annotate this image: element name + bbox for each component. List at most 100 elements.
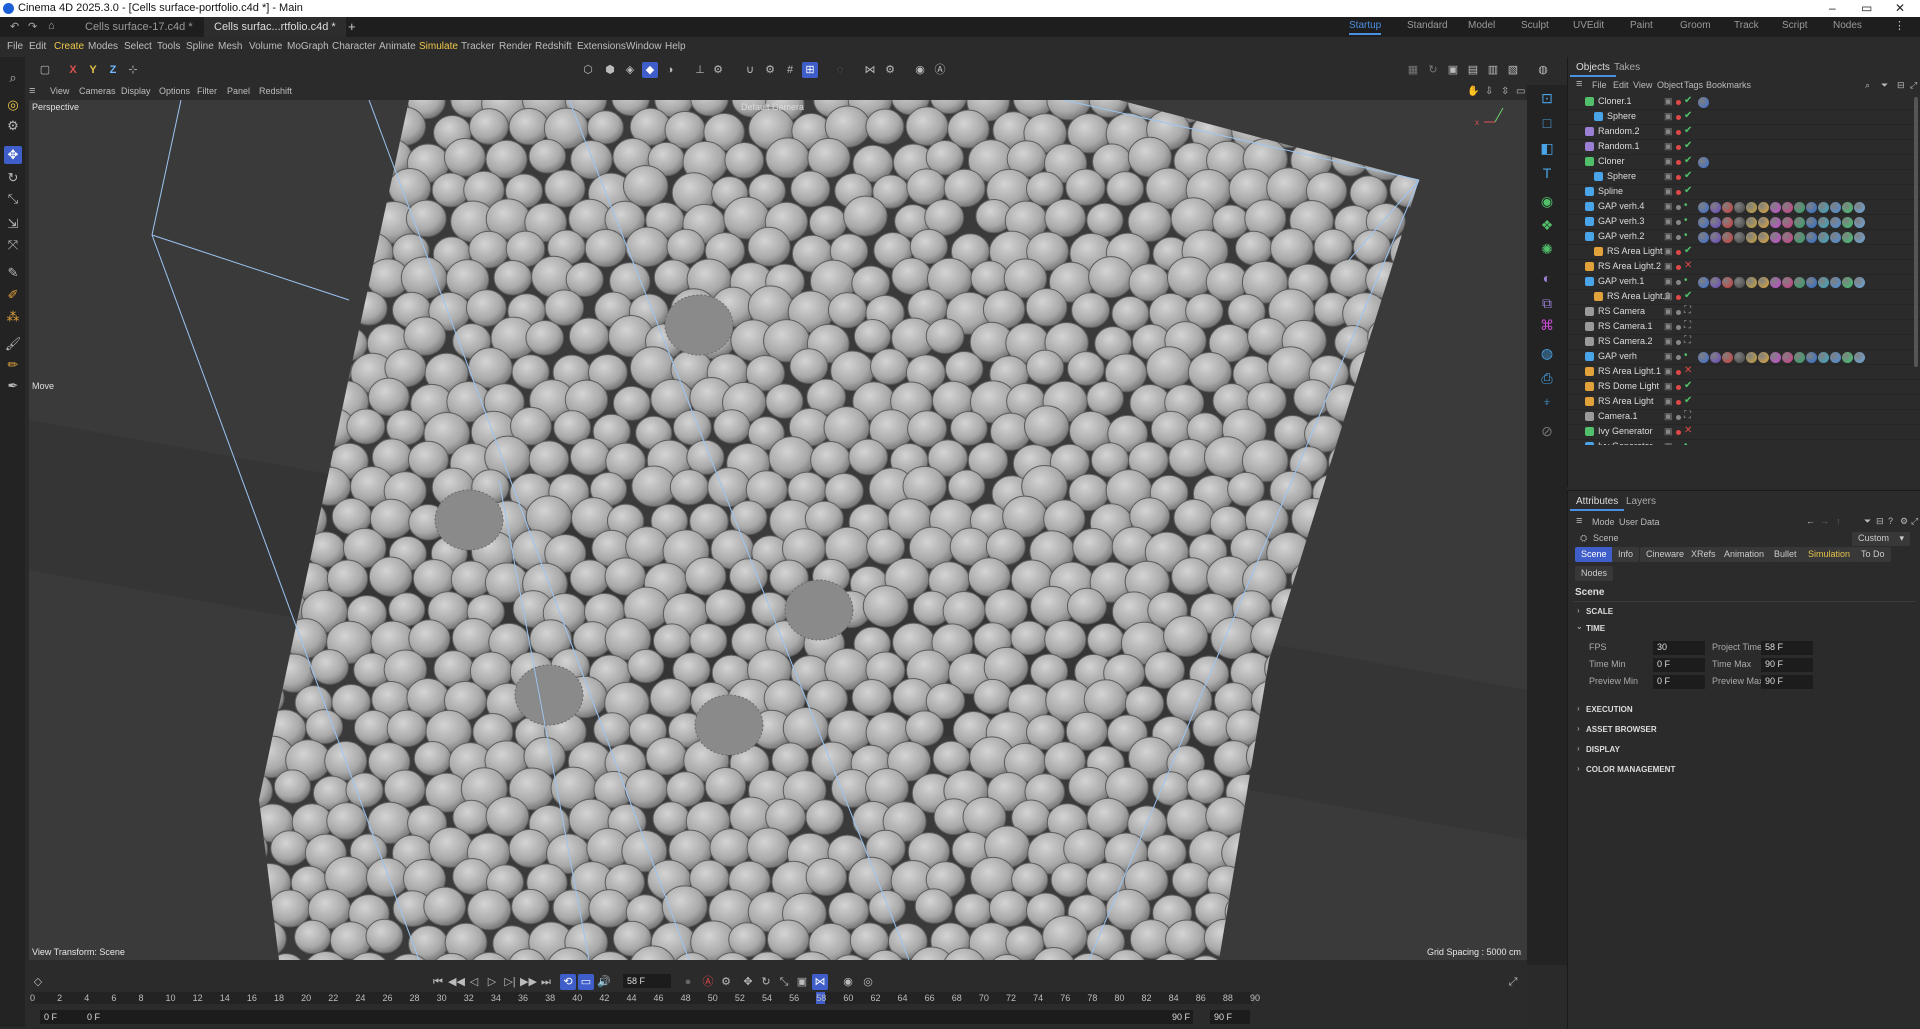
visibility-dot-icon[interactable]	[1676, 415, 1681, 420]
enabled-check-icon[interactable]: ✔	[1684, 125, 1692, 136]
camera-target-icon[interactable]: ⛶	[1684, 320, 1691, 331]
object-row[interactable]: RS Area Light ▣ ✔	[1568, 395, 1920, 410]
layer-flag-icon[interactable]: ▣	[1664, 111, 1673, 122]
edit-render-settings-icon[interactable]: ▧	[1505, 62, 1521, 78]
material-tag-icon[interactable]	[1782, 277, 1793, 288]
layer-flag-icon[interactable]: ▣	[1664, 156, 1673, 167]
scene-tab-bullet[interactable]: Bullet	[1768, 547, 1803, 562]
section-display[interactable]: DISPLAY	[1586, 745, 1620, 754]
model-mode-icon[interactable]: ⬡	[580, 62, 596, 78]
layer-flag-icon[interactable]: ▣	[1664, 261, 1673, 272]
key-pla-icon[interactable]: ⋈	[812, 974, 828, 990]
key-rotation-icon[interactable]: ↻	[758, 974, 774, 990]
object-name[interactable]: RS Dome Light	[1598, 381, 1659, 391]
material-tag-icon[interactable]	[1770, 277, 1781, 288]
tab-attributes[interactable]: Attributes	[1570, 494, 1625, 511]
material-tag-icon[interactable]	[1842, 352, 1853, 363]
workplane-icon[interactable]: ⊞	[802, 62, 818, 78]
object-name[interactable]: GAP verh	[1598, 351, 1637, 361]
visibility-dot-icon[interactable]	[1676, 280, 1681, 285]
material-tag-icon[interactable]	[1818, 232, 1829, 243]
previous-frame-icon[interactable]: ◁	[466, 974, 482, 990]
layer-flag-icon[interactable]: ▣	[1664, 246, 1673, 257]
material-tag-icon[interactable]	[1698, 232, 1709, 243]
material-tag-icon[interactable]	[1710, 232, 1721, 243]
scene-tab-todo[interactable]: To Do	[1855, 547, 1891, 562]
object-name[interactable]: Sphere	[1607, 111, 1636, 121]
material-tag-icon[interactable]	[1710, 277, 1721, 288]
section-time-arrow-icon[interactable]: ⌄	[1576, 622, 1583, 631]
doc-tab-2[interactable]: Cells surfac...rtfolio.c4d *	[204, 17, 346, 37]
close-icon[interactable]: ✕	[1895, 1, 1905, 15]
visibility-dot-icon[interactable]	[1676, 175, 1681, 180]
layout-script[interactable]: Script	[1782, 20, 1808, 31]
material-tag-icon[interactable]	[1794, 202, 1805, 213]
material-tag-icon[interactable]	[1830, 202, 1841, 213]
end-frame-field[interactable]: 90 F	[1210, 1010, 1250, 1024]
material-tag-icon[interactable]	[1698, 217, 1709, 228]
menu-create[interactable]: Create	[54, 41, 84, 52]
viewport-hamburger-icon[interactable]: ≡	[29, 85, 35, 97]
material-tag-icon[interactable]	[1818, 352, 1829, 363]
menu-mograph[interactable]: MoGraph	[287, 41, 329, 52]
section-color-management-arrow-icon[interactable]: ›	[1577, 764, 1580, 773]
transform-tool-icon[interactable]: ⇲	[4, 215, 22, 233]
key-param-icon[interactable]: ▣	[794, 974, 810, 990]
material-tag-icon[interactable]	[1734, 202, 1745, 213]
menu-modes[interactable]: Modes	[88, 41, 118, 52]
layout-model[interactable]: Model	[1468, 20, 1495, 31]
object-name[interactable]: RS Area Light.2	[1598, 261, 1661, 271]
layer-flag-icon[interactable]: ▣	[1664, 126, 1673, 137]
timeline-expand-icon[interactable]: ⤢	[1505, 974, 1521, 990]
material-tag-icon[interactable]	[1698, 97, 1709, 108]
next-key-icon[interactable]: ▶▶	[520, 974, 537, 990]
start-frame-field[interactable]: 0 F	[40, 1010, 86, 1024]
key-scale-icon[interactable]: ⤡	[776, 974, 792, 990]
menu-select[interactable]: Select	[124, 41, 152, 52]
render-settings-icon[interactable]: ▥	[1485, 62, 1501, 78]
object-row[interactable]: RS Area Light.1 ▣ ✕	[1568, 365, 1920, 380]
layer-flag-icon[interactable]: ▣	[1664, 96, 1673, 107]
material-tag-icon[interactable]	[1746, 232, 1757, 243]
layer-flag-icon[interactable]: ▣	[1664, 291, 1673, 302]
layout-sculpt[interactable]: Sculpt	[1521, 20, 1549, 31]
material-tag-icon[interactable]	[1746, 352, 1757, 363]
grid-snap-icon[interactable]: #	[782, 62, 798, 78]
layer-flag-icon[interactable]: ▣	[1664, 366, 1673, 377]
material-tag-icon[interactable]	[1722, 232, 1733, 243]
menu-redshift[interactable]: Redshift	[535, 41, 572, 52]
object-row[interactable]: RS Dome Light ▣ ✔	[1568, 380, 1920, 395]
object-row[interactable]: Ivy Generator ▣ •	[1568, 440, 1920, 445]
sound-icon[interactable]: 🔊	[596, 974, 612, 990]
viewport-pan-icon[interactable]: ✋	[1467, 86, 1479, 97]
layer-flag-icon[interactable]: ▣	[1664, 186, 1673, 197]
camera-target-icon[interactable]: ⛶	[1684, 335, 1691, 346]
object-row[interactable]: Sphere ▣ ✔	[1568, 170, 1920, 185]
visibility-dot-icon[interactable]	[1676, 430, 1681, 435]
object-name[interactable]: RS Area Light.2	[1607, 291, 1670, 301]
menu-window[interactable]: Window	[626, 41, 662, 52]
make-editable-icon[interactable]: ▢	[37, 62, 53, 78]
object-name[interactable]: GAP verh.3	[1598, 216, 1644, 226]
search-icon[interactable]: ⌕	[4, 69, 22, 87]
layer-flag-icon[interactable]: ▣	[1664, 171, 1673, 182]
rotate-tool-icon[interactable]: ↻	[4, 169, 22, 187]
layer-flag-icon[interactable]: ▣	[1664, 306, 1673, 317]
material-tag-icon[interactable]	[1734, 217, 1745, 228]
camera-target-icon[interactable]: ⛶	[1684, 305, 1691, 316]
material-tag-icon[interactable]	[1710, 352, 1721, 363]
spline-tool-icon[interactable]: ✐	[4, 286, 22, 304]
material-tag-icon[interactable]	[1830, 277, 1841, 288]
object-name[interactable]: RS Area Light.1	[1598, 366, 1661, 376]
object-row[interactable]: RS Camera.2 ▣ ⛶	[1568, 335, 1920, 350]
enabled-check-icon[interactable]: ✔	[1684, 395, 1692, 406]
material-tag-icon[interactable]	[1830, 217, 1841, 228]
record-disabled-icon[interactable]: ●	[680, 974, 696, 990]
object-row[interactable]: RS Camera.1 ▣ ⛶	[1568, 320, 1920, 335]
key-settings-icon[interactable]: ⚙	[718, 974, 734, 990]
menu-file[interactable]: File	[7, 41, 23, 52]
preset-dropdown[interactable]: Custom ▾	[1852, 532, 1910, 546]
key-position-icon[interactable]: ✥	[740, 974, 756, 990]
layer-flag-icon[interactable]: ▣	[1664, 216, 1673, 227]
material-tag-icon[interactable]	[1698, 157, 1709, 168]
